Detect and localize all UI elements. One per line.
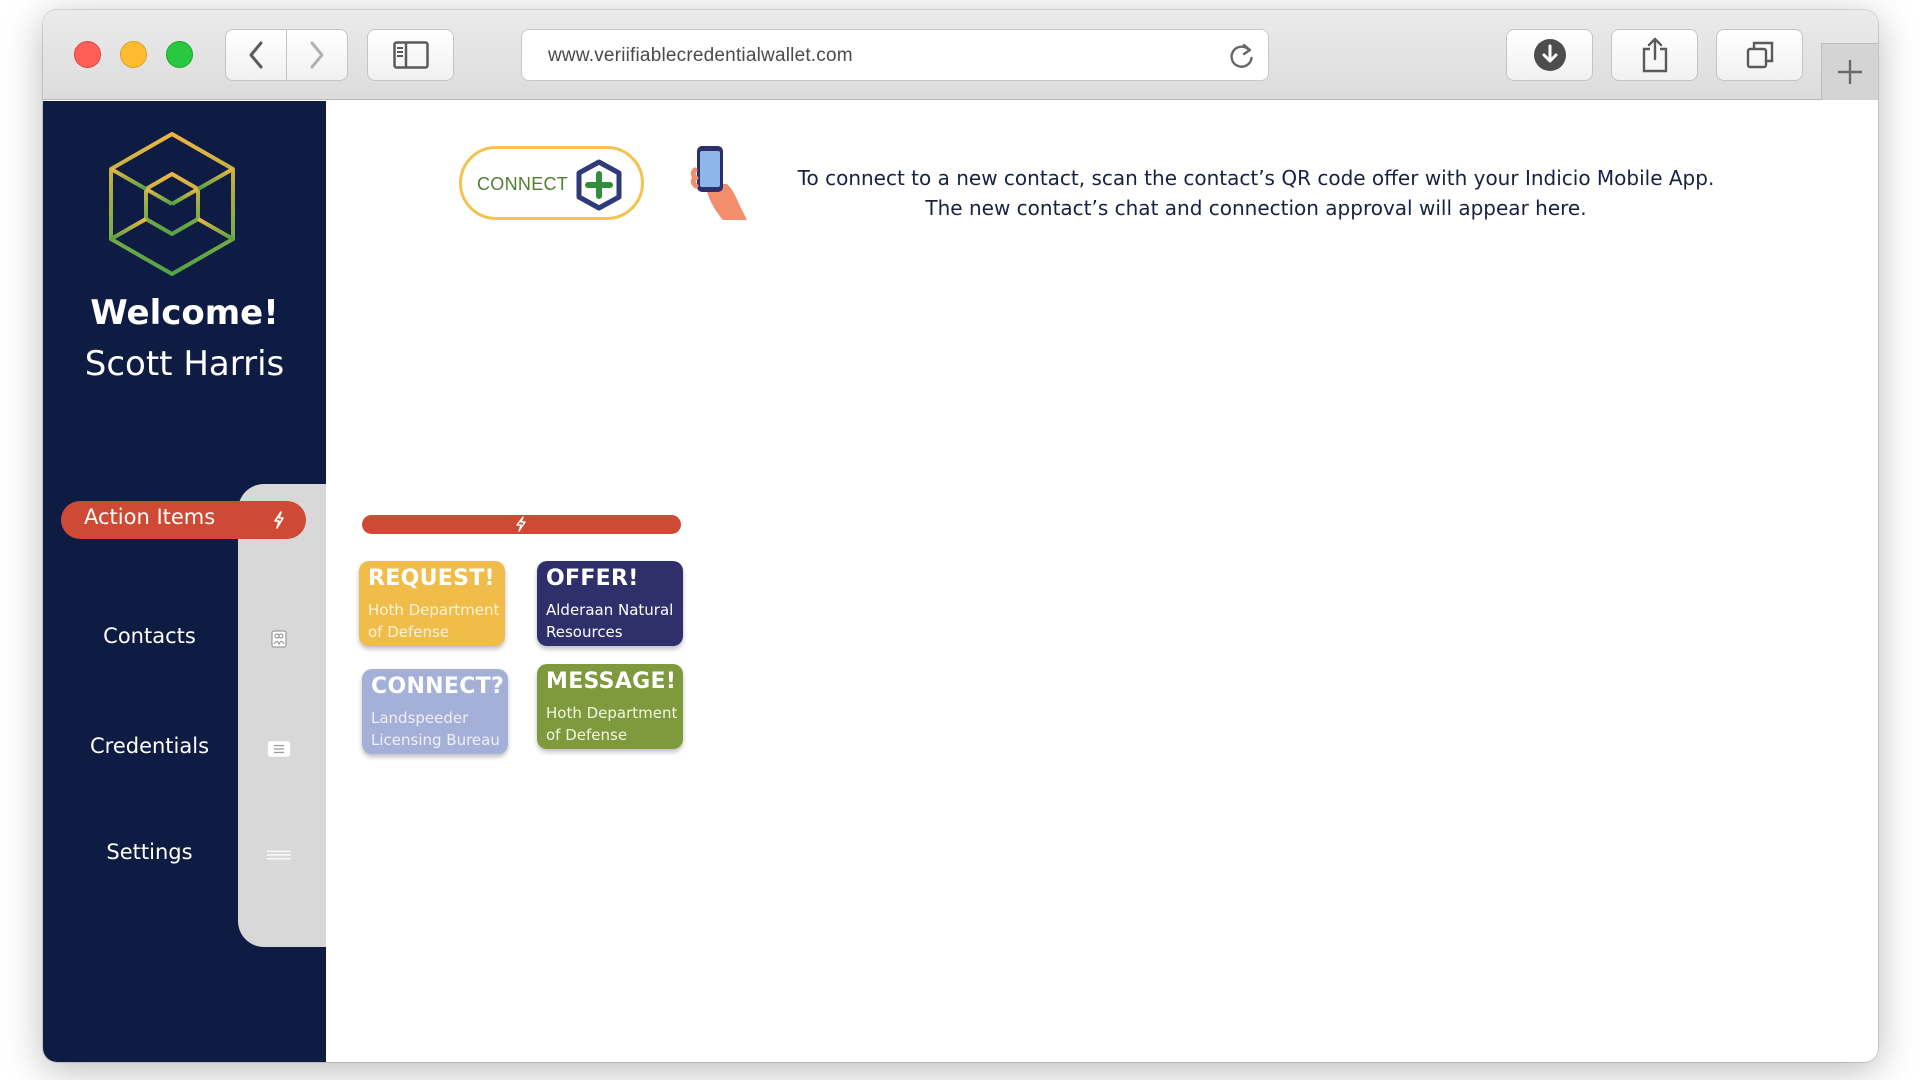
zoom-window-button[interactable] — [166, 41, 193, 68]
card-title: CONNECT? — [371, 674, 505, 699]
plus-icon — [1838, 60, 1862, 84]
hexagon-plus-icon — [576, 159, 622, 211]
action-card-request[interactable]: REQUEST! Hoth Department of Defense — [359, 561, 505, 646]
close-window-button[interactable] — [74, 41, 101, 68]
tabs-icon — [1746, 41, 1773, 69]
indicio-cube-logo — [109, 132, 235, 276]
action-card-message[interactable]: MESSAGE! Hoth Department of Defense — [537, 664, 683, 749]
card-subtitle: Hoth Department of Defense — [368, 601, 500, 641]
contacts-icon — [267, 627, 291, 651]
action-card-offer[interactable]: OFFER! Alderaan Natural Resources — [537, 561, 683, 646]
forward-button[interactable] — [286, 29, 348, 81]
main-content: CONNECT To connect to a new contact, sca… — [326, 101, 1878, 1062]
connect-button[interactable]: CONNECT — [459, 146, 644, 220]
share-button[interactable] — [1611, 29, 1698, 81]
chevron-right-icon — [310, 41, 324, 69]
connect-instructions: To connect to a new contact, scan the co… — [756, 163, 1756, 223]
sidebar-item-credentials[interactable]: Credentials — [43, 730, 326, 768]
sidebar-item-contacts[interactable]: Contacts — [43, 620, 326, 658]
sidebar-item-label: Credentials — [89, 734, 210, 758]
connect-button-label: CONNECT — [477, 174, 569, 194]
sidebar-item-label: Settings — [106, 840, 193, 864]
address-bar[interactable]: www.veriifiablecredentialwallet.com — [521, 29, 1269, 81]
app-sidebar: Welcome! Scott Harris — [43, 101, 326, 1062]
sidebar-item-label: Contacts — [103, 624, 196, 648]
back-button[interactable] — [225, 29, 287, 81]
chevron-left-icon — [249, 41, 263, 69]
minimize-window-button[interactable] — [120, 41, 147, 68]
lightning-bolt-icon — [267, 508, 291, 532]
credential-card-icon — [267, 737, 291, 761]
phone-in-hand-illustration — [690, 146, 747, 220]
action-card-connect[interactable]: CONNECT? Landspeeder Licensing Bureau — [362, 669, 508, 754]
nav-icon-rail — [238, 484, 326, 947]
reload-icon[interactable] — [1228, 42, 1256, 70]
sidebar-item-action-items[interactable]: Action Items — [43, 501, 326, 539]
new-tab-button[interactable] — [1821, 43, 1878, 100]
sidebar-icon — [392, 41, 429, 69]
settings-lines-icon — [267, 843, 291, 867]
browser-window: www.veriifiablecredentialwallet.com Welc… — [43, 10, 1878, 1062]
downloads-button[interactable] — [1506, 29, 1593, 81]
card-subtitle: Landspeeder Licensing Bureau — [371, 709, 500, 749]
tab-overview-button[interactable] — [1716, 29, 1803, 81]
instructions-line-1: To connect to a new contact, scan the co… — [797, 166, 1715, 190]
card-title: MESSAGE! — [546, 669, 677, 694]
card-title: OFFER! — [546, 566, 639, 591]
download-icon — [1533, 39, 1566, 71]
sidebar-item-label: Action Items — [84, 505, 216, 529]
card-title: REQUEST! — [368, 566, 495, 591]
sidebar-item-settings[interactable]: Settings — [43, 836, 326, 874]
browser-toolbar: www.veriifiablecredentialwallet.com — [43, 10, 1878, 100]
action-items-header-bar — [362, 515, 681, 534]
user-name: Scott Harris — [84, 344, 285, 384]
share-icon — [1642, 37, 1667, 73]
sidebar-toggle-button[interactable] — [367, 29, 454, 81]
card-subtitle: Alderaan Natural Resources — [546, 601, 674, 641]
url-text[interactable]: www.veriifiablecredentialwallet.com — [548, 45, 853, 67]
welcome-heading: Welcome! — [90, 293, 279, 333]
lightning-bolt-icon — [516, 516, 526, 532]
instructions-line-2: The new contact’s chat and connection ap… — [925, 196, 1587, 220]
card-subtitle: Hoth Department of Defense — [546, 704, 678, 744]
